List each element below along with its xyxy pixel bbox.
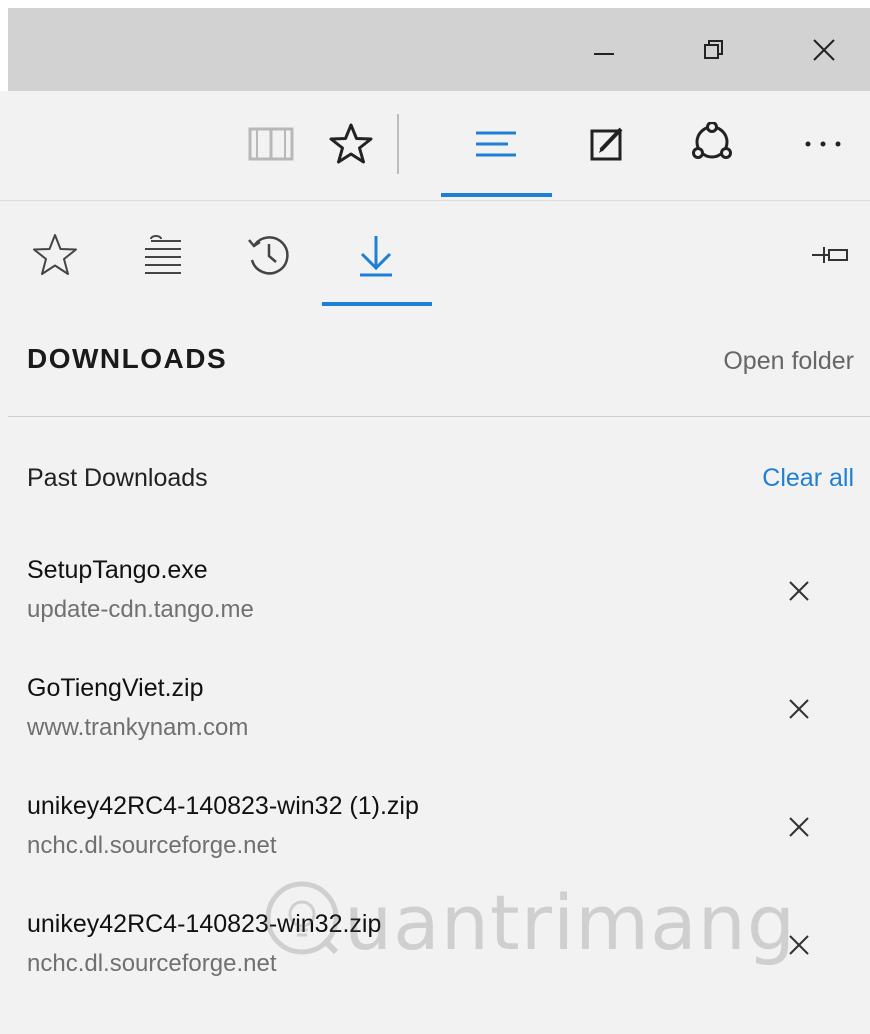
download-item[interactable]: unikey42RC4-140823-win32.zip nchc.dl.sou… [0,910,870,1020]
minimize-button[interactable] [574,8,634,91]
tab-reading-list[interactable] [128,210,198,300]
star-icon [33,234,77,275]
download-item[interactable]: GoTiengViet.zip www.trankynam.com [0,674,870,784]
tab-favorites[interactable] [20,210,90,300]
open-folder-link[interactable]: Open folder [723,347,854,376]
clear-all-link[interactable]: Clear all [762,464,854,493]
star-icon [329,123,373,164]
hub-icon [476,131,516,157]
reading-list-icon [145,235,181,274]
hub-button[interactable] [440,91,552,197]
more-button[interactable] [790,91,856,197]
pin-button[interactable] [800,210,860,300]
download-item[interactable]: SetupTango.exe update-cdn.tango.me [0,556,870,666]
download-filename[interactable]: unikey42RC4-140823-win32 (1).zip [27,792,419,821]
close-icon [789,935,809,955]
tab-downloads[interactable] [322,210,430,300]
download-source: www.trankynam.com [27,714,249,741]
past-downloads-heading: Past Downloads [27,464,208,492]
tab-history[interactable] [234,210,304,300]
favorites-button[interactable] [316,91,386,197]
pin-icon [812,247,848,263]
download-filename[interactable]: unikey42RC4-140823-win32.zip [27,910,381,939]
restore-icon [704,39,723,59]
web-note-button[interactable] [574,91,640,197]
remove-download-button[interactable] [774,684,824,734]
title-bar [8,8,870,91]
remove-download-button[interactable] [774,566,824,616]
share-icon [692,122,732,159]
download-source: nchc.dl.sourceforge.net [27,950,277,977]
close-icon [789,581,809,601]
downloads-tab-indicator [322,302,432,306]
download-icon [360,236,392,277]
book-icon [248,127,294,161]
restore-button[interactable] [684,8,744,91]
download-source: nchc.dl.sourceforge.net [27,832,277,859]
history-icon [248,236,289,275]
download-filename[interactable]: GoTiengViet.zip [27,674,204,703]
close-icon [789,699,809,719]
ellipsis-icon [805,141,841,147]
panel-title: DOWNLOADS [27,343,228,374]
download-item[interactable]: unikey42RC4-140823-win32 (1).zip nchc.dl… [0,792,870,902]
share-button[interactable] [676,91,748,197]
close-icon [789,817,809,837]
remove-download-button[interactable] [774,920,824,970]
download-filename[interactable]: SetupTango.exe [27,556,208,585]
remove-download-button[interactable] [774,802,824,852]
download-source: update-cdn.tango.me [27,596,254,623]
minimize-icon [594,52,614,55]
reading-view-button[interactable] [236,91,306,197]
browser-toolbar [0,91,870,201]
close-icon [813,38,835,61]
toolbar-divider [397,114,399,174]
section-divider [8,416,870,417]
hub-active-indicator [441,193,552,197]
pen-square-icon [590,127,623,161]
close-button[interactable] [794,8,854,91]
